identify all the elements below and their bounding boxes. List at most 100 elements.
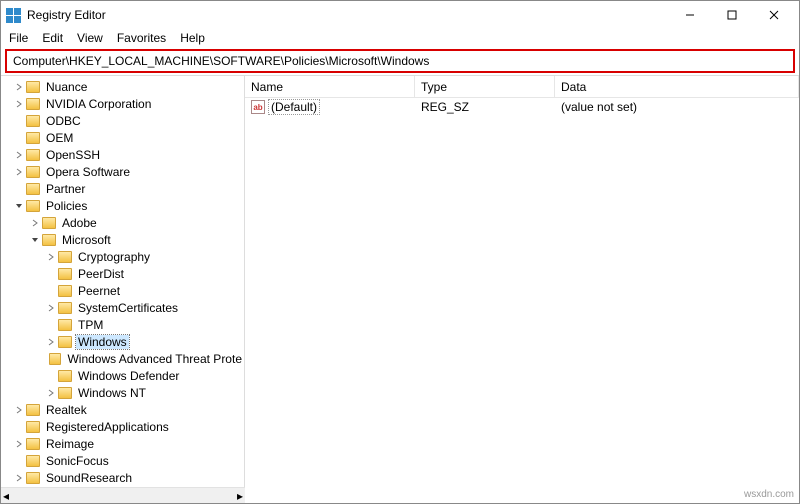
tree-view[interactable]: Nuance NVIDIA Corporation ODBCOEM OpenSSH Op… — [1, 76, 245, 503]
tree-item[interactable]: Windows Advanced Threat Prote — [1, 350, 244, 367]
tree-item-label: Windows Defender — [76, 369, 181, 383]
folder-icon — [26, 200, 40, 212]
tree-item[interactable]: OEM — [1, 129, 244, 146]
tree-item-label: Windows NT — [76, 386, 148, 400]
maximize-button[interactable] — [711, 1, 753, 29]
menu-file[interactable]: File — [9, 31, 28, 45]
tree-item-label: Peernet — [76, 284, 122, 298]
chevron-none — [45, 370, 57, 382]
tree-item-label: NVIDIA Corporation — [44, 97, 153, 111]
tree-item[interactable]: SonicFocus — [1, 452, 244, 469]
chevron-none — [13, 421, 25, 433]
tree-item[interactable]: SystemCertificates — [1, 299, 244, 316]
chevron-right-icon[interactable] — [13, 472, 25, 484]
tree-item-label: Nuance — [44, 80, 89, 94]
chevron-down-icon[interactable] — [29, 234, 41, 246]
folder-icon — [26, 421, 40, 433]
tree-item[interactable]: SoundResearch — [1, 469, 244, 486]
address-bar[interactable]: Computer\HKEY_LOCAL_MACHINE\SOFTWARE\Pol… — [5, 49, 795, 73]
chevron-right-icon[interactable] — [45, 336, 57, 348]
tree-item[interactable]: Microsoft — [1, 231, 244, 248]
watermark: wsxdn.com — [744, 489, 794, 500]
chevron-right-icon[interactable] — [29, 217, 41, 229]
menu-help[interactable]: Help — [180, 31, 205, 45]
tree-item-label: Windows Advanced Threat Prote — [65, 352, 244, 366]
tree-item[interactable]: Cryptography — [1, 248, 244, 265]
chevron-none — [13, 183, 25, 195]
tree-item[interactable]: Reimage — [1, 435, 244, 452]
col-name[interactable]: Name — [245, 76, 415, 97]
chevron-none — [45, 285, 57, 297]
col-type[interactable]: Type — [415, 76, 555, 97]
folder-icon — [26, 132, 40, 144]
folder-icon — [58, 268, 72, 280]
folder-icon — [58, 285, 72, 297]
chevron-right-icon[interactable] — [13, 81, 25, 93]
tree-item[interactable]: Partner — [1, 180, 244, 197]
window-title: Registry Editor — [27, 8, 669, 22]
tree-item[interactable]: NVIDIA Corporation — [1, 95, 244, 112]
tree-item-label: Windows — [76, 335, 129, 349]
menu-favorites[interactable]: Favorites — [117, 31, 166, 45]
tree-item-label: PeerDist — [76, 267, 126, 281]
chevron-right-icon[interactable] — [13, 404, 25, 416]
tree-item-label: Realtek — [44, 403, 89, 417]
folder-icon — [26, 472, 40, 484]
close-button[interactable] — [753, 1, 795, 29]
tree-item[interactable]: Nuance — [1, 78, 244, 95]
chevron-right-icon[interactable] — [13, 149, 25, 161]
tree-item[interactable]: Policies — [1, 197, 244, 214]
chevron-right-icon[interactable] — [13, 438, 25, 450]
chevron-right-icon[interactable] — [45, 251, 57, 263]
tree-item[interactable]: Windows — [1, 333, 244, 350]
chevron-none — [13, 132, 25, 144]
folder-icon — [26, 81, 40, 93]
chevron-right-icon[interactable] — [45, 302, 57, 314]
chevron-right-icon[interactable] — [45, 387, 57, 399]
menu-view[interactable]: View — [77, 31, 103, 45]
folder-icon — [26, 166, 40, 178]
chevron-right-icon[interactable] — [13, 98, 25, 110]
tree-item[interactable]: OpenSSH — [1, 146, 244, 163]
titlebar: Registry Editor — [1, 1, 799, 29]
tree-item-label: Partner — [44, 182, 87, 196]
regedit-icon — [5, 7, 21, 23]
minimize-button[interactable] — [669, 1, 711, 29]
menu-bar: File Edit View Favorites Help — [1, 29, 799, 49]
folder-icon — [26, 98, 40, 110]
menu-edit[interactable]: Edit — [42, 31, 63, 45]
value-data: (value not set) — [555, 100, 799, 114]
tree-item[interactable]: ODBC — [1, 112, 244, 129]
tree-item-label: ODBC — [44, 114, 83, 128]
chevron-down-icon[interactable] — [13, 200, 25, 212]
tree-item[interactable]: Realtek — [1, 401, 244, 418]
scroll-left-icon[interactable]: ◂ — [3, 489, 9, 503]
value-type: REG_SZ — [415, 100, 555, 114]
tree-item[interactable]: Windows Defender — [1, 367, 244, 384]
col-data[interactable]: Data — [555, 76, 799, 97]
tree-item-label: SonicFocus — [44, 454, 111, 468]
scroll-right-icon[interactable]: ▸ — [237, 489, 243, 503]
tree-item[interactable]: RegisteredApplications — [1, 418, 244, 435]
column-headers[interactable]: Name Type Data — [245, 76, 799, 98]
tree-item[interactable]: PeerDist — [1, 265, 244, 282]
chevron-none — [13, 115, 25, 127]
folder-icon — [58, 336, 72, 348]
tree-item-label: Adobe — [60, 216, 99, 230]
folder-icon — [49, 353, 61, 365]
tree-item-label: SoundResearch — [44, 471, 134, 485]
tree-item-label: Reimage — [44, 437, 96, 451]
tree-item-label: RegisteredApplications — [44, 420, 171, 434]
tree-item[interactable]: TPM — [1, 316, 244, 333]
tree-item[interactable]: Adobe — [1, 214, 244, 231]
value-row[interactable]: ab(Default)REG_SZ(value not set) — [245, 98, 799, 116]
folder-icon — [26, 183, 40, 195]
tree-item[interactable]: Windows NT — [1, 384, 244, 401]
tree-item[interactable]: Opera Software — [1, 163, 244, 180]
tree-item-label: Opera Software — [44, 165, 132, 179]
folder-icon — [42, 217, 56, 229]
tree-h-scrollbar[interactable]: ◂ ▸ — [1, 487, 245, 503]
tree-item[interactable]: Peernet — [1, 282, 244, 299]
tree-item-label: OpenSSH — [44, 148, 102, 162]
chevron-right-icon[interactable] — [13, 166, 25, 178]
